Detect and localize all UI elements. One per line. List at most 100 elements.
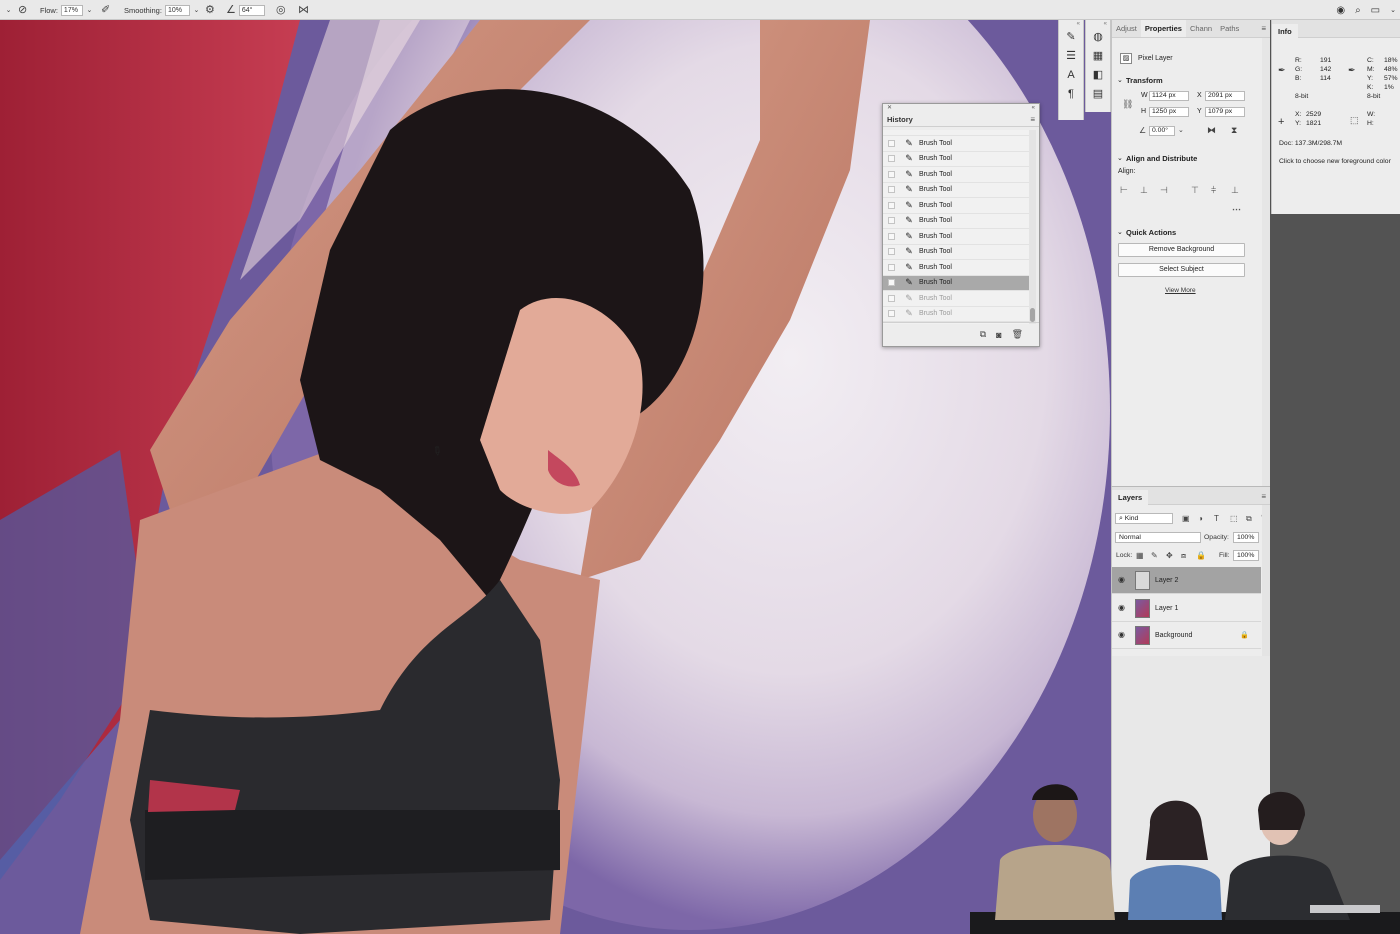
history-item[interactable]: ✎ Brush Tool bbox=[883, 214, 1029, 229]
layer-thumbnail[interactable] bbox=[1135, 598, 1150, 618]
history-scrollbar[interactable] bbox=[1029, 130, 1036, 324]
tab-channels[interactable]: Chann bbox=[1186, 24, 1216, 37]
panel-menu-icon[interactable]: ≡ bbox=[1030, 115, 1035, 124]
character-icon[interactable]: A bbox=[1059, 66, 1083, 85]
align-bottom-edges-icon[interactable]: ⊥ bbox=[1231, 185, 1239, 196]
chevron-down-icon[interactable]: ⌄ bbox=[1178, 126, 1184, 134]
smoothing-settings-gear-icon[interactable]: ⚙ bbox=[205, 0, 215, 20]
layer-row[interactable]: ◉ Background 🔒 bbox=[1112, 622, 1261, 649]
paragraph-icon[interactable]: ¶ bbox=[1059, 85, 1083, 104]
history-snapshot-checkbox[interactable] bbox=[888, 186, 895, 194]
layer-lock-icon[interactable]: 🔒 bbox=[1240, 631, 1249, 639]
tab-properties[interactable]: Properties bbox=[1140, 20, 1186, 37]
view-more-link[interactable]: View More bbox=[1165, 287, 1196, 294]
history-item[interactable]: ✎ Brush Tool bbox=[883, 275, 1029, 291]
patterns-icon[interactable]: ▤ bbox=[1086, 85, 1110, 104]
history-item[interactable]: ✎ Brush Tool bbox=[883, 183, 1029, 198]
workspace-icon[interactable]: ▭ bbox=[1371, 5, 1380, 16]
align-right-edges-icon[interactable]: ⊣ bbox=[1160, 185, 1168, 196]
filter-smart-object-icon[interactable]: ⧉ bbox=[1246, 514, 1252, 524]
history-snapshot-checkbox[interactable] bbox=[888, 170, 895, 178]
history-item[interactable]: ✎ Brush Tool bbox=[883, 167, 1029, 183]
layer-row[interactable]: ◉ Layer 1 bbox=[1112, 595, 1261, 622]
scrollbar-thumb[interactable] bbox=[1030, 308, 1035, 322]
chevron-down-icon[interactable]: ⌄ bbox=[1117, 76, 1123, 84]
symmetry-butterfly-icon[interactable]: ⋈ bbox=[298, 0, 309, 20]
history-item[interactable]: ✎ Brush Tool bbox=[883, 152, 1029, 167]
rotation-input[interactable]: 0.00° bbox=[1149, 126, 1175, 136]
history-snapshot-checkbox[interactable] bbox=[888, 139, 895, 147]
pressure-size-icon[interactable]: ◎ bbox=[276, 0, 286, 20]
history-snapshot-checkbox[interactable] bbox=[888, 155, 895, 163]
lock-position-icon[interactable]: ✥ bbox=[1166, 551, 1173, 560]
lock-transparent-pixels-icon[interactable]: ▦ bbox=[1136, 551, 1144, 560]
visibility-eye-icon[interactable]: ◉ bbox=[1118, 575, 1125, 584]
blend-mode-select[interactable]: Normal bbox=[1115, 532, 1201, 543]
collapse-icon[interactable]: « bbox=[1032, 104, 1035, 112]
filter-shape-icon[interactable]: ⬚ bbox=[1230, 514, 1238, 523]
color-palette-icon[interactable]: ◍ bbox=[1086, 28, 1110, 47]
collapse-icon[interactable]: « bbox=[1086, 20, 1110, 28]
lock-artboard-icon[interactable]: ⧈ bbox=[1181, 551, 1186, 561]
chevron-down-icon[interactable]: ⌄ bbox=[1117, 228, 1123, 236]
more-options-icon[interactable]: ⋯ bbox=[1232, 204, 1241, 215]
history-item[interactable]: ✎ Brush Tool bbox=[883, 260, 1029, 276]
tab-layers[interactable]: Layers bbox=[1112, 490, 1149, 505]
airbrush-icon[interactable]: ⊘ bbox=[18, 0, 27, 20]
history-item[interactable]: ✎ Brush Tool bbox=[883, 136, 1029, 152]
history-item[interactable]: ✎ Brush Tool bbox=[883, 307, 1029, 322]
lock-all-icon[interactable]: 🔒 bbox=[1196, 551, 1206, 560]
fill-input[interactable]: 100% bbox=[1233, 550, 1259, 561]
history-item[interactable]: ✎ Brush Tool bbox=[883, 245, 1029, 260]
layer-thumbnail[interactable] bbox=[1135, 571, 1150, 590]
gradients-icon[interactable]: ◧ bbox=[1086, 66, 1110, 85]
opacity-input[interactable]: 100% bbox=[1233, 532, 1259, 543]
tab-info[interactable]: Info bbox=[1272, 24, 1298, 39]
visibility-eye-icon[interactable]: ◉ bbox=[1118, 603, 1125, 612]
swatches-grid-icon[interactable]: ▦ bbox=[1086, 47, 1110, 66]
align-section-title[interactable]: Align and Distribute bbox=[1126, 154, 1197, 163]
filter-type-icon[interactable]: T bbox=[1214, 514, 1219, 523]
panel-menu-icon[interactable]: ≡ bbox=[1261, 492, 1266, 501]
flow-input[interactable]: 17% bbox=[60, 4, 83, 16]
history-snapshot-checkbox[interactable] bbox=[888, 232, 895, 240]
align-left-edges-icon[interactable]: ⊢ bbox=[1120, 185, 1128, 196]
history-snapshot-checkbox[interactable] bbox=[888, 263, 895, 271]
select-subject-button[interactable]: Select Subject bbox=[1118, 263, 1245, 277]
lock-image-pixels-icon[interactable]: ✎ bbox=[1151, 551, 1158, 560]
remove-background-button[interactable]: Remove Background bbox=[1118, 243, 1245, 257]
brush-settings-icon[interactable]: ✎ bbox=[1059, 28, 1083, 47]
flip-horizontal-icon[interactable]: ⧓ bbox=[1207, 125, 1216, 136]
tool-preset-arrow[interactable]: ⌄ bbox=[2, 0, 13, 20]
transform-section-title[interactable]: Transform bbox=[1126, 76, 1163, 85]
layer-row[interactable]: ◉ Layer 2 bbox=[1112, 567, 1261, 594]
visibility-eye-icon[interactable]: ◉ bbox=[1118, 630, 1125, 639]
layer-filter-select[interactable]: ⌕ Kind bbox=[1115, 513, 1173, 524]
align-top-edges-icon[interactable]: ⊤ bbox=[1191, 185, 1199, 196]
history-snapshot-checkbox[interactable] bbox=[888, 248, 895, 256]
workspace-dropdown-icon[interactable]: ⌄ bbox=[1390, 6, 1396, 14]
y-input[interactable]: 1079 px bbox=[1205, 107, 1245, 117]
align-horizontal-centers-icon[interactable]: ⊥ bbox=[1140, 185, 1148, 196]
smoothing-input[interactable]: 10% bbox=[164, 4, 190, 16]
flow-dropdown-icon[interactable]: ⌄ bbox=[85, 5, 94, 16]
close-icon[interactable]: ✕ bbox=[887, 104, 892, 112]
history-snapshot-checkbox[interactable] bbox=[888, 310, 895, 318]
tab-history[interactable]: History bbox=[887, 115, 913, 124]
eyedropper-icon[interactable]: ✒ bbox=[1348, 65, 1356, 76]
layers-scrollbar[interactable] bbox=[1262, 505, 1270, 657]
quick-actions-section-title[interactable]: Quick Actions bbox=[1126, 228, 1176, 237]
history-snapshot-checkbox[interactable] bbox=[888, 279, 895, 287]
snapshot-camera-icon[interactable]: ◙ bbox=[996, 330, 1001, 340]
history-item[interactable]: ✎ Brush Tool bbox=[883, 229, 1029, 245]
filter-adjustment-icon[interactable]: ◑ bbox=[1198, 514, 1203, 523]
eyedropper-icon[interactable]: ✒ bbox=[1278, 65, 1286, 76]
history-item[interactable]: ✎ Brush Tool bbox=[883, 198, 1029, 214]
smoothing-dropdown-icon[interactable]: ⌄ bbox=[192, 5, 201, 16]
history-item[interactable]: ✎ Brush Tool bbox=[883, 291, 1029, 307]
history-snapshot-checkbox[interactable] bbox=[888, 201, 895, 209]
panel-menu-icon[interactable]: ≡ bbox=[1261, 24, 1266, 33]
delete-trash-icon[interactable]: 🗑 bbox=[1012, 329, 1023, 340]
airbrush-toggle-icon[interactable]: ✐ bbox=[101, 0, 110, 20]
adjustments-sliders-icon[interactable]: ☰ bbox=[1059, 47, 1083, 66]
